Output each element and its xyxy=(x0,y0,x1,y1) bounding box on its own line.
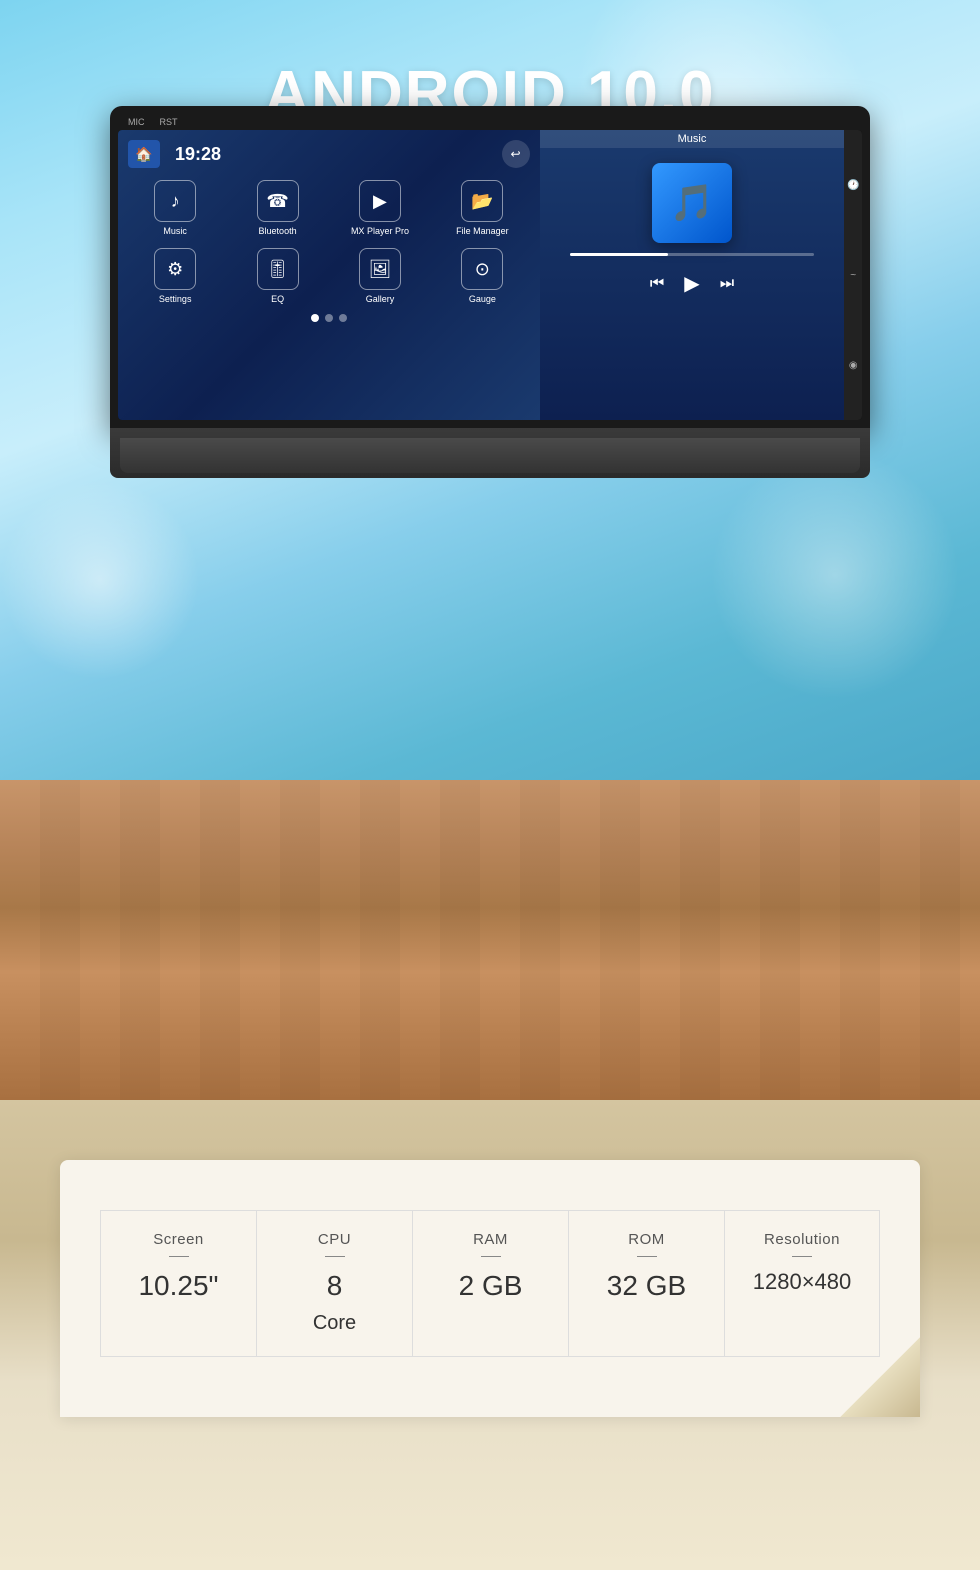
cloud-right-decoration xyxy=(710,450,960,700)
music-tab-label: Music xyxy=(540,130,845,148)
app-settings-icon: ⚙ xyxy=(154,248,196,290)
spec-rom-dash xyxy=(637,1256,657,1257)
app-grid-row2: ⚙ Settings 🎚 EQ 🖼 Gallery xyxy=(128,248,530,304)
spec-cpu-label: CPU xyxy=(318,1231,351,1248)
device-on-table xyxy=(110,780,870,800)
device-screen-unit: MIC RST 🏠 19:28 ↩ ♪ xyxy=(110,106,870,428)
app-gallery-icon: 🖼 xyxy=(359,248,401,290)
mic-label: MIC xyxy=(128,117,145,127)
prev-button[interactable]: ⏮ xyxy=(650,275,664,293)
spec-screen-label: Screen xyxy=(153,1231,204,1248)
hero-section: ANDROID 10.0 HD TOUCH SCREEN S04041SF MI… xyxy=(0,0,980,780)
screen-left-panel: 🏠 19:28 ↩ ♪ Music ☎ Bl xyxy=(118,130,540,420)
page-dot-2[interactable] xyxy=(325,314,333,322)
spec-screen-value: 10.25" xyxy=(138,1269,218,1303)
home-button[interactable]: 🏠 xyxy=(128,140,160,168)
spec-resolution-label: Resolution xyxy=(764,1231,840,1248)
spec-screen-dash xyxy=(169,1256,189,1257)
cloud-left-decoration xyxy=(0,480,200,680)
app-eq-icon: 🎚 xyxy=(257,248,299,290)
sidebar-nav-icon[interactable]: ~ xyxy=(850,270,856,281)
spec-rom-label: ROM xyxy=(628,1231,665,1248)
app-bluetooth-icon: ☎ xyxy=(257,180,299,222)
table-surface xyxy=(0,780,980,1100)
app-gauge[interactable]: ⊙ Gauge xyxy=(435,248,529,304)
play-button[interactable]: ▶ xyxy=(684,271,699,296)
app-mxplayer-icon: ▶ xyxy=(359,180,401,222)
app-filemanager-label: File Manager xyxy=(456,226,509,236)
spec-ram-value: 2 GB xyxy=(459,1269,523,1303)
right-sidebar: 🕐 ~ ◉ xyxy=(844,130,862,420)
music-progress-bar[interactable] xyxy=(570,253,814,256)
spec-ram-label: RAM xyxy=(473,1231,508,1248)
spec-cpu-dash xyxy=(325,1256,345,1257)
spec-resolution-value: 1280×480 xyxy=(753,1269,852,1295)
spec-ram: RAM 2 GB xyxy=(412,1210,568,1357)
spec-resolution-dash xyxy=(792,1256,812,1257)
app-gauge-label: Gauge xyxy=(469,294,496,304)
app-music-label: Music xyxy=(163,226,187,236)
spec-rom: ROM 32 GB xyxy=(568,1210,724,1357)
page-dot-1[interactable] xyxy=(311,314,319,322)
app-mxplayer-label: MX Player Pro xyxy=(351,226,409,236)
screen-content: 🏠 19:28 ↩ ♪ Music ☎ Bl xyxy=(118,130,862,420)
device-base xyxy=(110,428,870,478)
app-bluetooth[interactable]: ☎ Bluetooth xyxy=(230,180,324,236)
device-top-bar: MIC RST xyxy=(118,114,862,130)
spec-cpu-value: 8Core xyxy=(313,1269,356,1336)
spec-ram-dash xyxy=(481,1256,501,1257)
next-button[interactable]: ⏭ xyxy=(720,275,734,293)
page-dot-3[interactable] xyxy=(339,314,347,322)
app-grid-row1: ♪ Music ☎ Bluetooth ▶ MX Player Pro xyxy=(128,180,530,236)
back-button[interactable]: ↩ xyxy=(502,140,530,168)
sidebar-audio-icon[interactable]: ◉ xyxy=(849,360,858,371)
specs-section: Screen 10.25" CPU 8Core RAM 2 GB ROM 32 … xyxy=(0,1100,980,1570)
app-music-icon: ♪ xyxy=(154,180,196,222)
app-music[interactable]: ♪ Music xyxy=(128,180,222,236)
screen-right-panel: Music 🎵 ⏮ ▶ ⏭ xyxy=(540,130,845,420)
rst-label: RST xyxy=(160,117,178,127)
time-display: 19:28 xyxy=(175,144,221,165)
screen-header: 🏠 19:28 ↩ xyxy=(128,140,530,168)
app-gallery[interactable]: 🖼 Gallery xyxy=(333,248,427,304)
spec-cpu: CPU 8Core xyxy=(256,1210,412,1357)
spec-resolution: Resolution 1280×480 xyxy=(724,1210,880,1357)
app-gauge-icon: ⊙ xyxy=(461,248,503,290)
page-indicators xyxy=(128,314,530,322)
device-stand xyxy=(120,438,860,473)
app-bluetooth-label: Bluetooth xyxy=(259,226,297,236)
specs-paper: Screen 10.25" CPU 8Core RAM 2 GB ROM 32 … xyxy=(60,1160,920,1417)
music-album-art: 🎵 xyxy=(652,163,732,243)
sidebar-clock-icon[interactable]: 🕐 xyxy=(847,180,859,191)
app-settings-label: Settings xyxy=(159,294,192,304)
specs-grid: Screen 10.25" CPU 8Core RAM 2 GB ROM 32 … xyxy=(100,1210,880,1357)
app-settings[interactable]: ⚙ Settings xyxy=(128,248,222,304)
app-mxplayer[interactable]: ▶ MX Player Pro xyxy=(333,180,427,236)
app-eq[interactable]: 🎚 EQ xyxy=(230,248,324,304)
spec-screen: Screen 10.25" xyxy=(100,1210,256,1357)
spec-rom-value: 32 GB xyxy=(607,1269,686,1303)
app-filemanager-icon: 📂 xyxy=(461,180,503,222)
app-eq-label: EQ xyxy=(271,294,284,304)
app-filemanager[interactable]: 📂 File Manager xyxy=(435,180,529,236)
music-controls: ⏮ ▶ ⏭ xyxy=(540,271,845,296)
device-container: MIC RST 🏠 19:28 ↩ ♪ xyxy=(110,106,870,478)
app-gallery-label: Gallery xyxy=(366,294,395,304)
